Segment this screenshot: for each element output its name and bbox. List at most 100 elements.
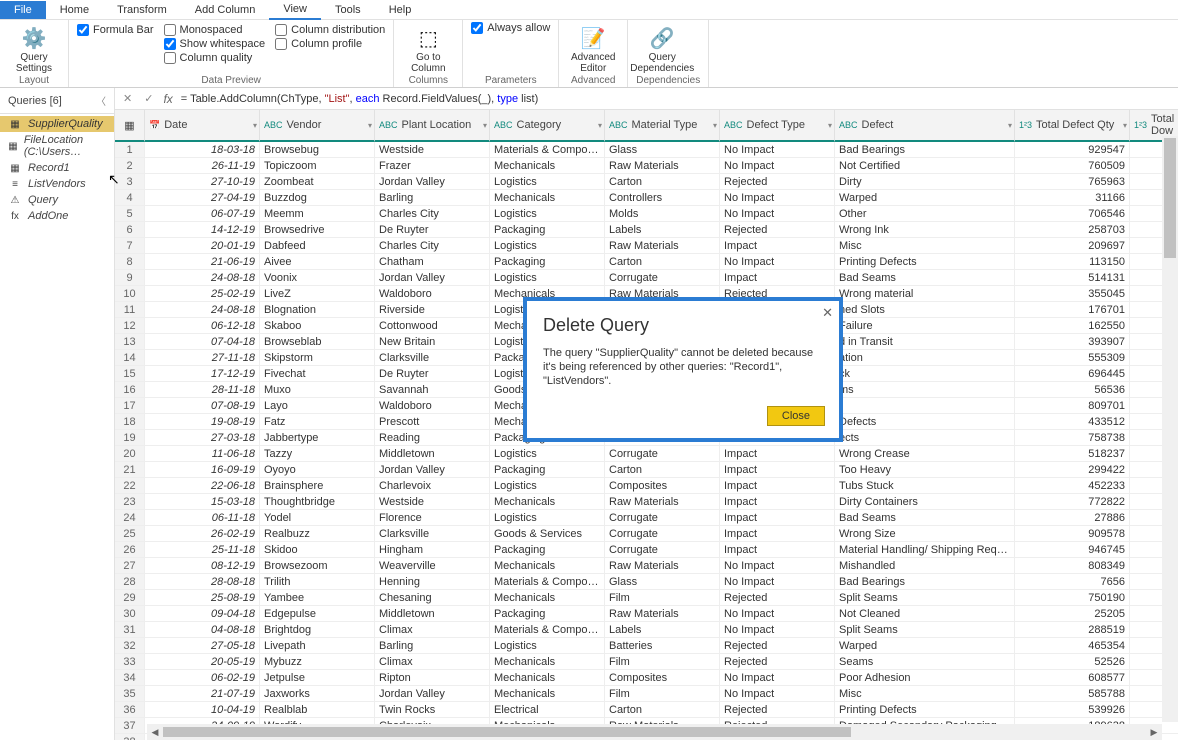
menu-transform[interactable]: Transform xyxy=(103,1,181,19)
row-number[interactable]: 23 xyxy=(115,494,145,510)
row-number[interactable]: 7 xyxy=(115,238,145,254)
query-item-3[interactable]: ≡ListVendors xyxy=(0,176,114,192)
cell[interactable]: No Impact xyxy=(720,142,835,158)
cell[interactable]: 113150 xyxy=(1015,254,1130,270)
cell[interactable]: Packaging xyxy=(490,254,605,270)
cell[interactable]: Dirty xyxy=(835,174,1015,190)
cell[interactable]: 299422 xyxy=(1015,462,1130,478)
row-number[interactable]: 4 xyxy=(115,190,145,206)
cell[interactable]: Mechanicals xyxy=(490,654,605,670)
row-number[interactable]: 19 xyxy=(115,430,145,446)
cell[interactable]: Barling xyxy=(375,638,490,654)
cell[interactable]: Film xyxy=(605,654,720,670)
cell[interactable]: Carton xyxy=(605,254,720,270)
cell[interactable]: Mechanicals xyxy=(490,158,605,174)
cell[interactable]: Failure xyxy=(835,318,1015,334)
row-number[interactable]: 11 xyxy=(115,302,145,318)
cell[interactable]: 809701 xyxy=(1015,398,1130,414)
cell[interactable]: Rejected xyxy=(720,222,835,238)
cell[interactable]: No Impact xyxy=(720,622,835,638)
row-number[interactable]: 3 xyxy=(115,174,145,190)
cell[interactable]: Realbuzz xyxy=(260,526,375,542)
cell[interactable]: Raw Materials xyxy=(605,158,720,174)
cell[interactable]: Browsebug xyxy=(260,142,375,158)
cell[interactable]: 433512 xyxy=(1015,414,1130,430)
cell[interactable]: 06-12-18 xyxy=(145,318,260,334)
cell[interactable]: Logistics xyxy=(490,270,605,286)
cell[interactable]: 946745 xyxy=(1015,542,1130,558)
formula-text[interactable]: = Table.AddColumn(ChType, "List", each R… xyxy=(181,92,1172,105)
row-number[interactable]: 26 xyxy=(115,542,145,558)
cell[interactable]: 25-08-19 xyxy=(145,590,260,606)
row-number[interactable]: 20 xyxy=(115,446,145,462)
cell[interactable]: Browseblab xyxy=(260,334,375,350)
monospaced-checkbox[interactable]: Monospaced xyxy=(164,24,266,36)
cell[interactable]: Charles City xyxy=(375,238,490,254)
cell[interactable]: No Impact xyxy=(720,558,835,574)
row-number[interactable]: 27 xyxy=(115,558,145,574)
cell[interactable]: Carton xyxy=(605,702,720,718)
cell[interactable]: Yodel xyxy=(260,510,375,526)
cell[interactable]: 393907 xyxy=(1015,334,1130,350)
cell[interactable]: Browsezoom xyxy=(260,558,375,574)
column-header[interactable]: ABCVendor▾ xyxy=(260,110,375,142)
row-number[interactable]: 32 xyxy=(115,638,145,654)
cell[interactable]: 11-06-18 xyxy=(145,446,260,462)
cell[interactable]: Impact xyxy=(720,542,835,558)
row-number[interactable]: 25 xyxy=(115,526,145,542)
query-item-4[interactable]: ⚠Query xyxy=(0,192,114,208)
cell[interactable]: Molds xyxy=(605,206,720,222)
cell[interactable]: Composites xyxy=(605,478,720,494)
cell[interactable]: 19-08-19 xyxy=(145,414,260,430)
cell[interactable]: Corrugate xyxy=(605,510,720,526)
cell[interactable]: Tazzy xyxy=(260,446,375,462)
cell[interactable]: Jordan Valley xyxy=(375,462,490,478)
row-number[interactable]: 5 xyxy=(115,206,145,222)
cell[interactable]: Logistics xyxy=(490,174,605,190)
cell[interactable]: Edgepulse xyxy=(260,606,375,622)
column-header[interactable]: ABCDefect▾ xyxy=(835,110,1015,142)
cell[interactable]: Skipstorm xyxy=(260,350,375,366)
cell[interactable]: Split Seams xyxy=(835,622,1015,638)
cell[interactable]: Middletown xyxy=(375,606,490,622)
cell[interactable]: No Impact xyxy=(720,686,835,702)
column-header[interactable]: ABCMaterial Type▾ xyxy=(605,110,720,142)
cell[interactable]: Electrical xyxy=(490,702,605,718)
cell[interactable]: 909578 xyxy=(1015,526,1130,542)
cell[interactable]: Composites xyxy=(605,670,720,686)
cell[interactable]: 25205 xyxy=(1015,606,1130,622)
cell[interactable]: Film xyxy=(605,686,720,702)
row-number[interactable]: 6 xyxy=(115,222,145,238)
filter-dropdown-icon[interactable]: ▾ xyxy=(713,121,717,130)
cell[interactable]: 22-06-18 xyxy=(145,478,260,494)
row-number[interactable]: 8 xyxy=(115,254,145,270)
column-header[interactable]: ▦ xyxy=(115,110,145,142)
cell[interactable]: Too Heavy xyxy=(835,462,1015,478)
cell[interactable]: Labels xyxy=(605,222,720,238)
cell[interactable]: 20-01-19 xyxy=(145,238,260,254)
cell[interactable]: Jordan Valley xyxy=(375,270,490,286)
formula-cancel-icon[interactable]: ✕ xyxy=(121,92,134,105)
cell[interactable]: Climax xyxy=(375,654,490,670)
cell[interactable]: Topiczoom xyxy=(260,158,375,174)
filter-dropdown-icon[interactable]: ▾ xyxy=(828,121,832,130)
row-number[interactable]: 21 xyxy=(115,462,145,478)
cell[interactable]: Fivechat xyxy=(260,366,375,382)
cell[interactable]: 15-03-18 xyxy=(145,494,260,510)
cell[interactable]: Mybuzz xyxy=(260,654,375,670)
cell[interactable]: 06-11-18 xyxy=(145,510,260,526)
cell[interactable]: Bad Bearings xyxy=(835,142,1015,158)
cell[interactable]: Raw Materials xyxy=(605,606,720,622)
cell[interactable]: 518237 xyxy=(1015,446,1130,462)
column-header[interactable]: 1²3Total Defect Qty▾ xyxy=(1015,110,1130,142)
row-number[interactable]: 13 xyxy=(115,334,145,350)
cell[interactable]: Dabfeed xyxy=(260,238,375,254)
cell[interactable]: 258703 xyxy=(1015,222,1130,238)
cell[interactable]: Dirty Containers xyxy=(835,494,1015,510)
cell[interactable]: Batteries xyxy=(605,638,720,654)
cell[interactable]: Logistics xyxy=(490,478,605,494)
cell[interactable]: Blognation xyxy=(260,302,375,318)
row-number[interactable]: 16 xyxy=(115,382,145,398)
formula-accept-icon[interactable]: ✓ xyxy=(142,92,155,105)
cell[interactable]: 24-08-18 xyxy=(145,302,260,318)
